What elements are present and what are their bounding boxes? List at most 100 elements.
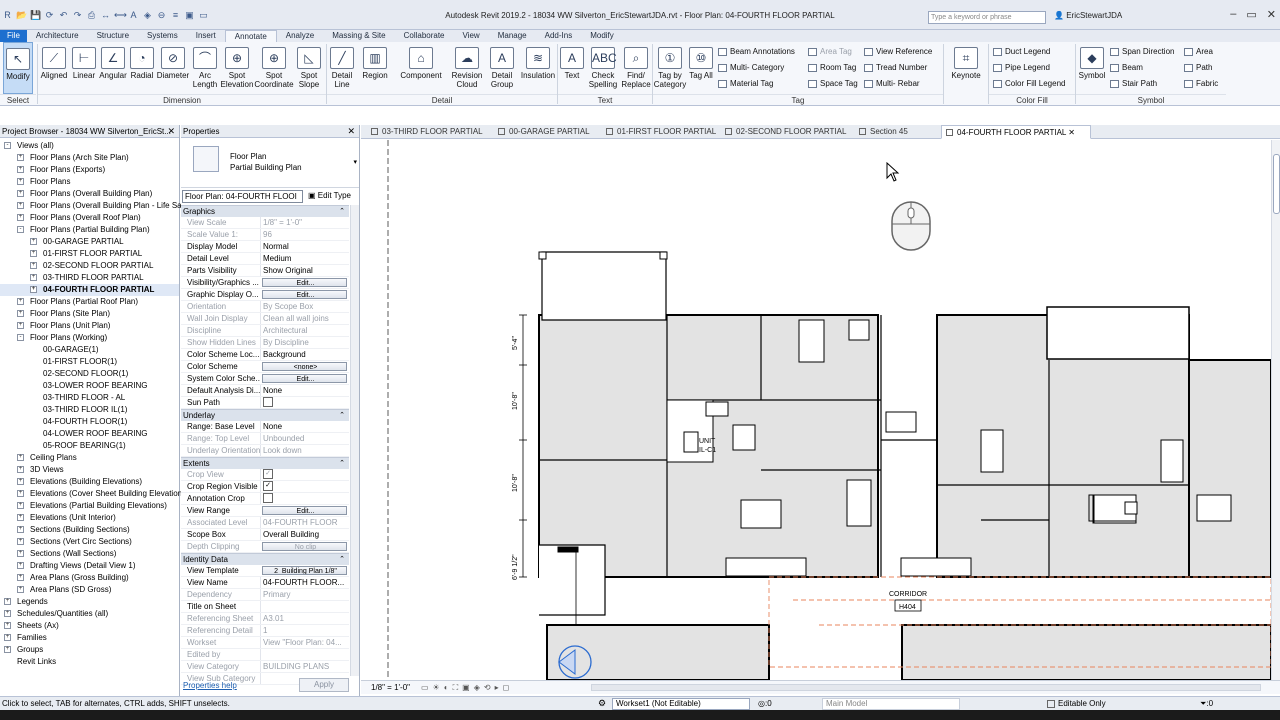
collapse-icon[interactable]: ⌃ [339,410,345,422]
tree-item[interactable]: + Elevations (Partial Building Elevations… [0,500,179,512]
tree-item[interactable]: + Area Plans (SD Gross) [0,584,179,596]
find-replace-button[interactable]: ⌕ Find/ Replace [620,42,652,94]
expand-toggle-icon[interactable]: + [17,166,24,173]
region-button[interactable]: ▥ Region [357,42,393,94]
measure-icon[interactable]: ↔ [100,10,111,21]
section-icon[interactable]: ⊖ [156,10,167,21]
check-spelling-button[interactable]: ABC Check Spelling [586,42,620,94]
tree-item[interactable]: 00-GARAGE(1) [0,344,179,356]
tree-item[interactable]: +03-THIRD FLOOR PARTIAL [0,272,179,284]
tab-add-ins[interactable]: Add-Ins [536,30,582,42]
expand-toggle-icon[interactable]: + [30,262,37,269]
tree-item[interactable]: + Floor Plans (Partial Roof Plan) [0,296,179,308]
property-value[interactable]: Normal [260,241,349,252]
editable-only-checkbox[interactable]: Editable Only [1047,699,1106,708]
property-section-header[interactable]: Underlay ⌃ [181,409,349,421]
tab-insert[interactable]: Insert [187,30,225,42]
view-tab[interactable]: Section 45 [855,125,925,139]
tree-item[interactable]: + Families [0,632,179,644]
tab-systems[interactable]: Systems [138,30,187,42]
design-option-selector[interactable]: Main Model [822,698,960,710]
expand-toggle-icon[interactable]: + [30,250,37,257]
save-icon[interactable]: 💾 [30,10,41,21]
expand-toggle-icon[interactable]: + [4,646,11,653]
expand-toggle-icon[interactable]: - [17,226,24,233]
tree-item[interactable]: + Elevations (Unit Interior) [0,512,179,524]
property-value[interactable]: Background [260,349,349,360]
dimension-group-label[interactable]: Dimension [38,94,326,106]
expand-toggle-icon[interactable]: + [17,550,24,557]
close-hidden-icon[interactable]: ▣ [184,10,195,21]
search-input[interactable]: Type a keyword or phrase [928,11,1046,24]
minimize-icon[interactable]: – [1230,8,1236,21]
redo-icon[interactable]: ↷ [72,10,83,21]
expand-toggle-icon[interactable]: + [17,562,24,569]
property-edit-button[interactable]: 2_Building Plan 1/8" [262,566,347,575]
canvas-vertical-scrollbar[interactable] [1271,140,1280,680]
area-button[interactable]: Area [1184,46,1213,57]
linear-button[interactable]: ⊢ Linear [70,42,98,94]
tag-all-button[interactable]: ⑩ Tag All [687,42,715,94]
span-direction-button[interactable]: Span Direction [1110,46,1174,57]
canvas-horizontal-scrollbar[interactable] [591,684,1261,691]
tree-item[interactable]: 01-FIRST FLOOR(1) [0,356,179,368]
aligned-button[interactable]: ⟋ Aligned [38,42,70,94]
tab-modify[interactable]: Modify [581,30,623,42]
type-selector[interactable]: Floor Plan Partial Building Plan ▾ [181,138,359,188]
expand-toggle-icon[interactable]: + [4,598,11,605]
open-icon[interactable]: 📂 [16,10,27,21]
tree-item[interactable]: 04-LOWER ROOF BEARING [0,428,179,440]
expand-toggle-icon[interactable]: + [17,538,24,545]
space-tag-button[interactable]: Space Tag [808,78,858,89]
property-edit-button[interactable]: Edit... [262,290,347,299]
angular-button[interactable]: ∠ Angular [98,42,128,94]
tree-item[interactable]: + Floor Plans [0,176,179,188]
dimension-icon[interactable]: ⟷ [114,10,127,21]
expand-toggle-icon[interactable]: + [17,322,24,329]
close-icon[interactable]: ✕ [1066,128,1075,137]
expand-toggle-icon[interactable]: + [17,178,24,185]
property-value[interactable]: 04-FOURTH FLOOR... [260,577,349,588]
detail-line-button[interactable]: ╱ Detail Line [327,42,357,94]
user-name[interactable]: 👤 EricStewartJDA [1054,11,1122,20]
filter-count[interactable]: ⏷:0 [1200,699,1213,709]
maximize-icon[interactable]: ▭ [1246,8,1256,21]
tree-item[interactable]: + Sections (Vert Circ Sections) [0,536,179,548]
sync-icon[interactable]: ⟳ [44,10,55,21]
tree-item[interactable]: - Floor Plans (Working) [0,332,179,344]
expand-toggle-icon[interactable]: + [17,478,24,485]
view-tab[interactable]: 04-FOURTH FLOOR PARTIAL ✕ [941,125,1091,139]
tab-view[interactable]: View [454,30,489,42]
modify-button[interactable]: ↖ Modify [3,42,33,94]
keynote-button[interactable]: ⌗ Keynote [948,42,984,94]
property-value[interactable]: None [260,421,349,432]
spot-slope-button[interactable]: ◺ Spot Slope [294,42,324,94]
tree-item[interactable]: + Ceiling Plans [0,452,179,464]
text-icon[interactable]: A [128,10,139,21]
close-icon[interactable]: ✕ [1267,8,1276,21]
properties-scrollbar[interactable] [350,205,359,676]
view-tab[interactable]: 01-FIRST FLOOR PARTIAL [602,125,717,139]
fabric-button[interactable]: Fabric [1184,78,1218,89]
arc-length-button[interactable]: ⌒ Arc Length [190,42,220,94]
symbol-button[interactable]: ◆ Symbol [1076,42,1108,94]
tree-item[interactable]: + Area Plans (Gross Building) [0,572,179,584]
view-control-icons[interactable]: ▭☀◐⛶▣◈⟲▸◻ [421,683,513,693]
property-section-header[interactable]: Extents ⌃ [181,457,349,469]
property-value[interactable] [260,601,349,612]
undo-icon[interactable]: ↶ [58,10,69,21]
collapse-icon[interactable]: ⌃ [339,554,345,566]
color-fill-legend-button[interactable]: Color Fill Legend [993,78,1065,89]
tree-item[interactable]: 04-FOURTH FLOOR(1) [0,416,179,428]
diameter-button[interactable]: ⊘ Diameter [156,42,190,94]
tree-item[interactable]: + Floor Plans (Unit Plan) [0,320,179,332]
tab-annotate[interactable]: Annotate [224,30,277,42]
edit-type-button[interactable]: ▣ Edit Type [308,191,351,200]
tree-item[interactable]: + Sheets (Ax) [0,620,179,632]
spot-elevation-button[interactable]: ⊕ Spot Elevation [220,42,254,94]
component-button[interactable]: ⌂ Component [393,42,449,94]
tab-massing-site[interactable]: Massing & Site [323,30,394,42]
instance-selector[interactable]: Floor Plan: 04-FOURTH FLOOI [182,190,303,203]
text-button[interactable]: A Text [558,42,586,94]
switch-windows-icon[interactable]: ▭ [198,10,209,21]
